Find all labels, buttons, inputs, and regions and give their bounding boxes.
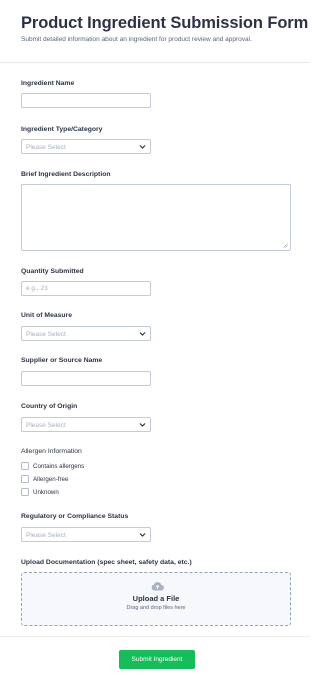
chevron-down-icon xyxy=(139,533,146,537)
ingredient-type-selected: Please Select xyxy=(26,143,66,151)
ingredient-type-label: Ingredient Type/Category xyxy=(21,126,103,133)
allergen-option-label: Allergen-free xyxy=(33,475,69,483)
checkbox[interactable] xyxy=(21,475,29,483)
quantity-input[interactable] xyxy=(21,281,151,296)
unit-select[interactable]: Please Select xyxy=(21,326,151,341)
footer-divider xyxy=(0,636,310,637)
file-upload-dropzone[interactable]: Upload a File Drag and drop files here xyxy=(21,572,291,626)
unit-selected: Please Select xyxy=(26,330,66,338)
upload-title: Upload a File xyxy=(132,594,180,603)
chevron-down-icon xyxy=(139,423,146,427)
country-selected: Please Select xyxy=(26,421,66,429)
supplier-input[interactable] xyxy=(21,371,151,386)
country-select[interactable]: Please Select xyxy=(21,417,151,432)
submit-button[interactable]: Submit Ingredient xyxy=(119,650,195,669)
quantity-label: Quantity Submitted xyxy=(21,268,84,275)
unit-label: Unit of Measure xyxy=(21,312,72,319)
page-subtitle: Submit detailed information about an ing… xyxy=(21,36,252,43)
checkbox[interactable] xyxy=(21,462,29,470)
ingredient-name-label: Ingredient Name xyxy=(21,80,75,87)
ingredient-name-input[interactable] xyxy=(21,93,151,108)
allergen-option-label: Unknown xyxy=(33,488,59,496)
allergen-label: Allergen Information xyxy=(21,448,82,455)
regulatory-label: Regulatory or Compliance Status xyxy=(21,513,129,520)
regulatory-select[interactable]: Please Select xyxy=(21,527,151,542)
allergen-option-label: Contains allergens xyxy=(33,462,85,470)
chevron-down-icon xyxy=(139,145,146,149)
resize-grip-icon[interactable] xyxy=(283,243,288,248)
supplier-label: Supplier or Source Name xyxy=(21,357,103,364)
checkbox[interactable] xyxy=(21,488,29,496)
upload-label: Upload Documentation (spec sheet, safety… xyxy=(21,559,192,566)
page-title: Product Ingredient Submission Form xyxy=(21,14,309,32)
regulatory-selected: Please Select xyxy=(26,531,66,539)
country-label: Country of Origin xyxy=(21,403,78,410)
upload-subtitle: Drag and drop files here xyxy=(126,605,186,611)
ingredient-type-select[interactable]: Please Select xyxy=(21,139,151,154)
chevron-down-icon xyxy=(139,332,146,336)
form-header: Product Ingredient Submission Form Submi… xyxy=(0,0,310,63)
description-label: Brief Ingredient Description xyxy=(21,171,111,178)
cloud-upload-icon xyxy=(151,582,164,591)
description-textarea[interactable] xyxy=(21,184,291,251)
